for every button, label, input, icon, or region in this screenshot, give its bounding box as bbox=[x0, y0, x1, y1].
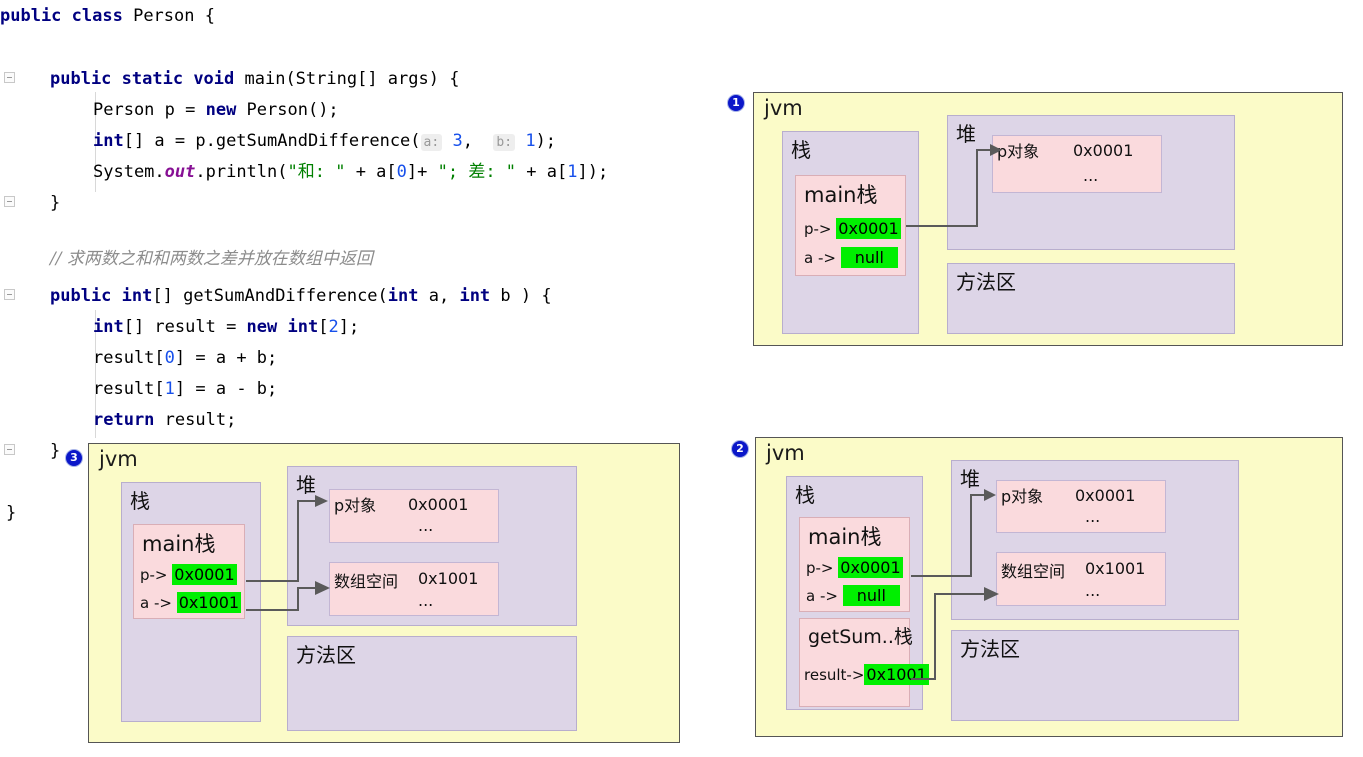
code-line-14[interactable]: } bbox=[0, 503, 16, 524]
code-token: 0 bbox=[164, 348, 175, 368]
code-token: .println( bbox=[195, 162, 288, 182]
code-line-12[interactable]: return result; bbox=[0, 410, 236, 431]
code-token: out bbox=[164, 162, 196, 182]
code-token: } bbox=[50, 193, 61, 213]
code-token: void bbox=[193, 69, 245, 89]
code-line-7[interactable]: // 求两数之和和两数之差并放在数组中返回 bbox=[0, 249, 373, 270]
code-token: } bbox=[6, 503, 17, 523]
code-token: // 求两数之和和两数之差并放在数组中返回 bbox=[50, 249, 373, 269]
code-token: ] = a + b; bbox=[174, 348, 278, 368]
code-line-3[interactable]: Person p = new Person(); bbox=[0, 100, 339, 121]
code-line-11[interactable]: result[1] = a - b; bbox=[0, 379, 277, 400]
code-token: ] = a - b; bbox=[174, 379, 278, 399]
code-token: new bbox=[246, 317, 288, 337]
code-token: class bbox=[71, 6, 134, 26]
code-token: Person(); bbox=[246, 100, 339, 120]
code-line-1[interactable]: public class Person { bbox=[0, 6, 215, 27]
code-token: ]; bbox=[338, 317, 360, 337]
code-token: [ bbox=[318, 317, 329, 337]
code-token: return bbox=[93, 410, 165, 430]
code-token: ]+ bbox=[406, 162, 438, 182]
code-token: int bbox=[459, 286, 491, 306]
diagram-2-badge: 2 bbox=[731, 440, 749, 458]
code-token: ]); bbox=[577, 162, 609, 182]
code-token: "; 差: " bbox=[437, 162, 517, 182]
code-token: int bbox=[93, 131, 124, 151]
code-token: public bbox=[50, 69, 122, 89]
code-token: [] getSumAndDifference( bbox=[152, 286, 388, 306]
code-token: 0 bbox=[396, 162, 407, 182]
code-line-8[interactable]: public int[] getSumAndDifference(int a, … bbox=[0, 286, 552, 307]
code-token: public bbox=[0, 6, 72, 26]
diagram-2-connectors bbox=[911, 489, 999, 680]
code-token: [] a = p.getSumAndDifference( bbox=[123, 131, 421, 151]
code-token: 1 bbox=[525, 131, 536, 151]
code-token: Person { bbox=[133, 6, 215, 26]
code-token: 3 bbox=[452, 131, 463, 151]
code-token: } bbox=[50, 441, 61, 461]
code-token: result[ bbox=[93, 379, 165, 399]
code-token: 2 bbox=[328, 317, 339, 337]
code-token: ); bbox=[535, 131, 557, 151]
code-token: main(String[] args) { bbox=[244, 69, 460, 89]
code-token: 1 bbox=[164, 379, 175, 399]
code-token: new bbox=[205, 100, 247, 120]
code-token: result[ bbox=[93, 348, 165, 368]
code-token: int bbox=[121, 286, 153, 306]
code-token: a: bbox=[420, 134, 443, 151]
diagram-2-jvm-box: jvm 栈 main栈 p-> 0x0001 a -> null getSum.… bbox=[755, 437, 1343, 737]
code-line-2[interactable]: public static void main(String[] args) { bbox=[0, 69, 459, 90]
code-token: , bbox=[462, 131, 494, 151]
code-token: result; bbox=[164, 410, 237, 430]
code-line-9[interactable]: int[] result = new int[2]; bbox=[0, 317, 359, 338]
code-token: Person p = bbox=[93, 100, 206, 120]
code-token: System. bbox=[93, 162, 165, 182]
code-line-10[interactable]: result[0] = a + b; bbox=[0, 348, 277, 369]
code-token: + a[ bbox=[345, 162, 397, 182]
code-token: int bbox=[93, 317, 124, 337]
code-token: [] result = bbox=[123, 317, 247, 337]
code-token: static bbox=[121, 69, 194, 89]
diagram-1-badge: 1 bbox=[727, 94, 745, 112]
diagram-3-badge: 3 bbox=[65, 449, 83, 467]
code-token: int bbox=[287, 317, 319, 337]
code-token: "和: " bbox=[287, 162, 346, 182]
code-line-5[interactable]: System.out.println("和: " + a[0]+ "; 差: "… bbox=[0, 162, 608, 183]
diagram-3-jvm-box: jvm 栈 main栈 p-> 0x0001 a -> 0x1001 堆 p对象… bbox=[88, 443, 680, 743]
code-line-4[interactable]: int[] a = p.getSumAndDifference(a: 3, b:… bbox=[0, 131, 556, 153]
code-token: public bbox=[50, 286, 122, 306]
code-line-6[interactable]: } bbox=[0, 193, 60, 214]
diagram-3-connectors bbox=[246, 495, 330, 611]
diagram-1-connector-p-to-object bbox=[906, 144, 1002, 227]
code-token: b: bbox=[493, 134, 516, 151]
code-token: int bbox=[387, 286, 419, 306]
code-token: + a[ bbox=[516, 162, 568, 182]
code-token: b ) { bbox=[490, 286, 552, 306]
code-line-13[interactable]: } bbox=[0, 441, 60, 462]
code-token: 1 bbox=[567, 162, 578, 182]
code-token: a, bbox=[418, 286, 460, 306]
diagram-1-jvm-box: jvm 栈 main栈 p-> 0x0001 a -> null 堆 p对象 0… bbox=[753, 92, 1343, 346]
